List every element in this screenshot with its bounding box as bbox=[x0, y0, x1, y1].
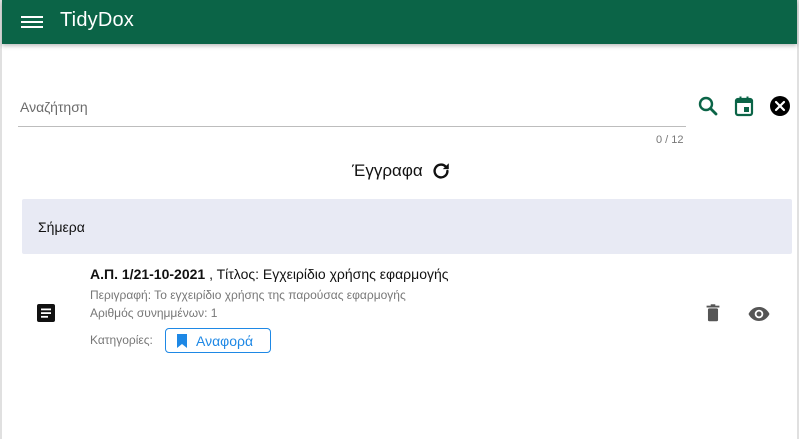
menu-icon[interactable] bbox=[21, 13, 43, 31]
document-title-text: , Τίτλος: Εγχειρίδιο χρήσης εφαρμογής bbox=[205, 266, 449, 282]
search-input[interactable] bbox=[18, 88, 682, 126]
document-categories-label: Κατηγορίες: bbox=[90, 333, 153, 347]
bookmark-icon bbox=[177, 333, 187, 348]
group-header-today: Σήμερα bbox=[22, 199, 792, 254]
window-border-left bbox=[0, 0, 2, 439]
document-attachments-count: Αριθμός συνημμένων: 1 bbox=[90, 306, 218, 320]
document-number: Α.Π. 1/21-10-2021 bbox=[90, 266, 206, 282]
search-field[interactable] bbox=[18, 88, 686, 127]
search-icon[interactable] bbox=[696, 94, 720, 118]
documents-heading: Έγγραφα bbox=[352, 161, 423, 180]
document-icon bbox=[36, 303, 56, 323]
delete-icon[interactable] bbox=[702, 302, 726, 326]
category-chip-label: Αναφορά bbox=[196, 332, 254, 349]
calendar-icon[interactable] bbox=[732, 94, 756, 118]
document-description: Περιγραφή: Το εγχειρίδιο χρήσης της παρο… bbox=[90, 288, 406, 302]
app-bar: TidyDox bbox=[2, 0, 797, 44]
app-title: TidyDox bbox=[60, 9, 135, 31]
view-icon[interactable] bbox=[747, 302, 771, 326]
group-label: Σήμερα bbox=[38, 219, 85, 235]
close-icon[interactable] bbox=[768, 94, 792, 118]
category-chip[interactable]: Αναφορά bbox=[165, 328, 271, 353]
refresh-icon[interactable] bbox=[430, 160, 452, 182]
document-title[interactable]: Α.Π. 1/21-10-2021 , Τίτλος: Εγχειρίδιο χ… bbox=[90, 266, 449, 282]
search-char-counter: 0 / 12 bbox=[656, 134, 684, 146]
